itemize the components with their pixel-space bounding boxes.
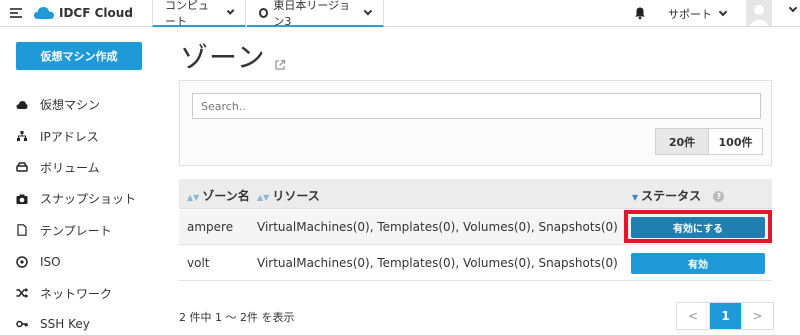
sidebar-item-vm[interactable]: 仮想マシン <box>16 89 156 120</box>
chevron-down-icon <box>226 6 235 15</box>
menu-icon[interactable] <box>10 8 22 18</box>
external-link-icon[interactable] <box>274 59 286 71</box>
create-vm-button[interactable]: 仮想マシン作成 <box>16 42 142 70</box>
help-icon[interactable]: ? <box>713 191 725 202</box>
sort-icon: ▲▼ <box>187 193 200 202</box>
sidebar-item-label: スナップショット <box>40 192 137 207</box>
camera-icon <box>16 194 28 204</box>
file-icon <box>17 224 27 237</box>
nav-compute-label: コンピュート <box>165 0 209 28</box>
column-header-label: ステータス <box>641 189 702 203</box>
page-size-100-button[interactable]: 100件 <box>709 129 762 154</box>
drive-icon <box>16 162 28 173</box>
sidebar-item-network[interactable]: ネットワーク <box>16 277 156 308</box>
sidebar-item-volume[interactable]: ボリューム <box>16 152 156 183</box>
network-icon <box>17 131 27 142</box>
chevron-down-icon <box>718 7 728 16</box>
nav-region-dropdown[interactable]: 東日本リージョン3 <box>247 0 384 28</box>
highlight-box <box>624 210 772 243</box>
column-header-zone[interactable]: ▲▼ ゾーン名 <box>187 187 250 204</box>
cloud-logo-icon <box>34 7 54 19</box>
sidebar-item-label: テンプレート <box>40 223 112 238</box>
search-input[interactable] <box>192 93 761 119</box>
sort-icon: ▲▼ <box>257 193 270 202</box>
column-header-label: ゾーン名 <box>202 189 250 203</box>
column-header-status[interactable]: ▼ ステータス ? <box>632 187 725 204</box>
column-header-resources[interactable]: ▲▼ リソース <box>257 187 320 204</box>
zone-name: volt <box>187 256 210 270</box>
avatar[interactable] <box>746 0 772 26</box>
key-icon <box>16 321 28 328</box>
table-row: ampere VirtualMachines(0), Templates(0),… <box>179 210 772 245</box>
prev-page-button[interactable]: < <box>677 303 709 329</box>
zone-status-enabled-button[interactable]: 有効 <box>631 253 765 274</box>
zone-resources: VirtualMachines(0), Templates(0), Volume… <box>257 220 619 234</box>
nav-support-dropdown[interactable]: サポート <box>668 0 728 27</box>
sidebar-item-label: ネットワーク <box>40 286 113 301</box>
sidebar-item-template[interactable]: テンプレート <box>16 215 156 246</box>
shuffle-icon <box>16 288 28 298</box>
sidebar-item-label: SSH Key <box>40 317 90 332</box>
chevron-down-icon[interactable] <box>788 3 798 13</box>
disc-icon <box>16 255 28 268</box>
pagination: < 1 > <box>676 302 774 330</box>
sidebar-item-label: IPアドレス <box>40 129 99 144</box>
page-1-button[interactable]: 1 <box>709 303 741 329</box>
logo-text: IDCF Cloud <box>59 6 133 20</box>
user-icon <box>749 5 769 26</box>
column-header-label: リソース <box>272 189 320 203</box>
zone-name: ampere <box>187 220 234 234</box>
zone-table: ▲▼ ゾーン名 ▲▼ リソース ▼ ステータス ? ampere VirtualMac… <box>179 179 772 281</box>
chevron-down-icon <box>364 6 373 15</box>
nav-compute-dropdown[interactable]: コンピュート <box>152 0 246 28</box>
bell-icon[interactable] <box>633 6 647 20</box>
search-panel: 20件 100件 <box>179 80 772 166</box>
page-size-20-button[interactable]: 20件 <box>656 129 709 154</box>
nav-support-label: サポート <box>668 7 712 21</box>
result-count: 2 件中 1 ～ 2件 を表示 <box>179 311 295 324</box>
globe-icon <box>259 7 269 18</box>
table-row: volt VirtualMachines(0), Templates(0), V… <box>179 246 772 281</box>
zone-resources: VirtualMachines(0), Templates(0), Volume… <box>257 256 619 270</box>
cloud-icon <box>16 100 28 109</box>
table-header: ▲▼ ゾーン名 ▲▼ リソース ▼ ステータス ? <box>179 179 772 209</box>
sidebar-nav: 仮想マシン IPアドレス ボリューム スナップショット テンプレート ISO ネ… <box>16 89 156 335</box>
page-size-selector: 20件 100件 <box>655 128 763 155</box>
sidebar-item-label: ボリューム <box>40 160 100 175</box>
sidebar-item-snapshot[interactable]: スナップショット <box>16 183 156 214</box>
sidebar-item-ssh-key[interactable]: SSH Key <box>16 309 156 335</box>
next-page-button[interactable]: > <box>741 303 773 329</box>
page-title: ゾーン <box>180 41 266 74</box>
sidebar-item-iso[interactable]: ISO <box>16 246 156 277</box>
top-navbar: IDCF Cloud コンピュート 東日本リージョン3 サポート <box>0 0 800 28</box>
sidebar-item-ip[interactable]: IPアドレス <box>16 120 156 151</box>
sidebar-item-label: 仮想マシン <box>40 98 101 113</box>
sidebar-item-label: ISO <box>40 254 61 269</box>
sort-down-icon: ▼ <box>632 193 639 202</box>
logo[interactable]: IDCF Cloud <box>33 4 133 22</box>
nav-region-label: 東日本リージョン3 <box>273 0 351 28</box>
